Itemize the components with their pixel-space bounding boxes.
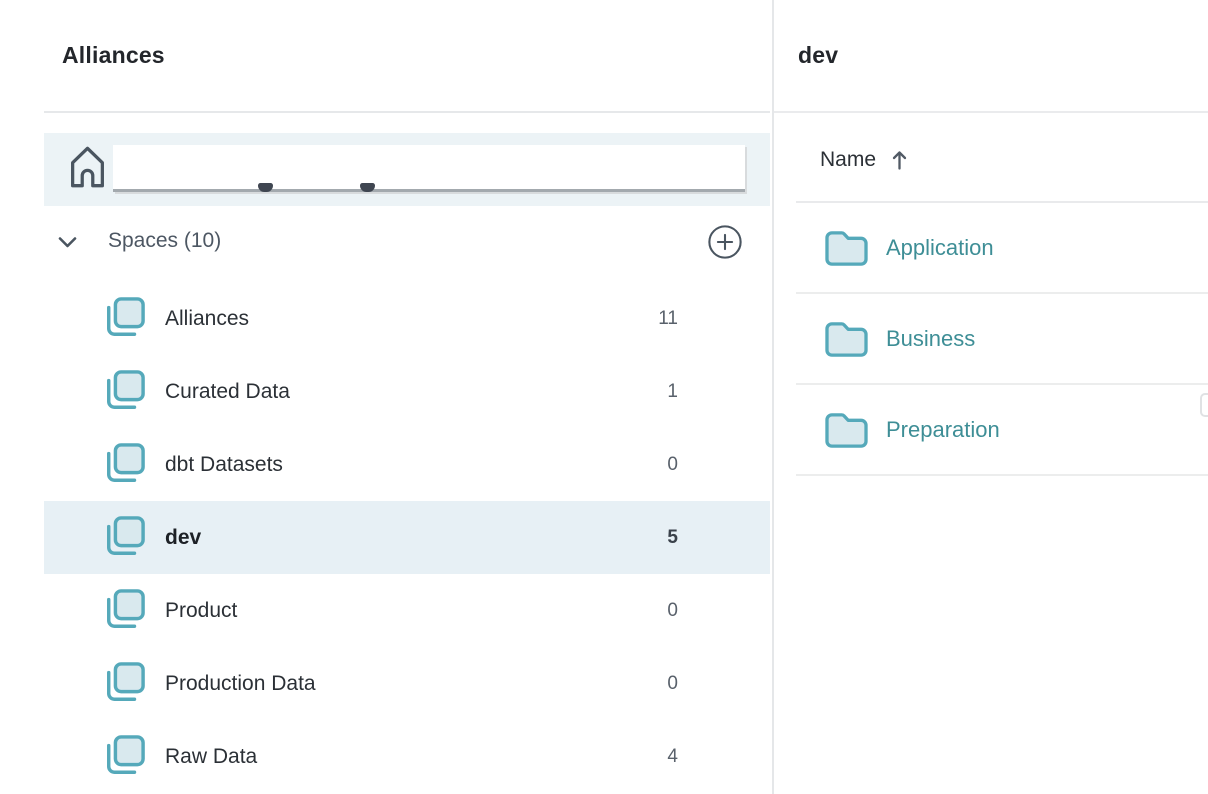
folder-label: Business	[886, 326, 975, 352]
space-count: 0	[667, 600, 678, 622]
folder-row[interactable]: Application	[796, 203, 1208, 294]
space-count: 5	[667, 527, 678, 549]
space-icon	[103, 661, 145, 707]
space-icon	[103, 296, 145, 342]
redacted-text-overlay	[113, 145, 745, 192]
sidebar-space-row-selected[interactable]: dev 5	[44, 501, 770, 574]
partial-button-fragment	[1200, 393, 1208, 417]
space-contents-panel: dev Name Application Business	[774, 0, 1208, 794]
space-icon	[103, 442, 145, 488]
home-icon	[68, 144, 107, 190]
space-label: Product	[165, 599, 237, 623]
folder-list: Application Business Preparation	[774, 203, 1208, 476]
folder-label: Preparation	[886, 417, 1000, 443]
folder-row[interactable]: Business	[796, 294, 1208, 385]
space-icon	[103, 588, 145, 634]
folder-label: Application	[886, 235, 994, 261]
chevron-down-icon[interactable]	[58, 237, 77, 248]
arrow-up-icon	[891, 149, 908, 171]
name-header-label: Name	[820, 148, 876, 172]
folder-icon	[823, 319, 870, 359]
space-label: dev	[165, 526, 201, 550]
name-column-header[interactable]: Name	[820, 138, 908, 182]
spaces-section-label[interactable]: Spaces (10)	[108, 229, 221, 253]
spaces-list: Alliances 11 Curated Data 1 dbt Datasets…	[44, 282, 770, 793]
space-count: 0	[667, 454, 678, 476]
space-count: 0	[667, 673, 678, 695]
sidebar-space-row[interactable]: Product 0	[44, 574, 770, 647]
space-icon	[103, 734, 145, 780]
main-title-divider	[774, 111, 1208, 113]
space-label: Alliances	[165, 307, 249, 331]
folder-icon	[823, 228, 870, 268]
space-label: Production Data	[165, 672, 316, 696]
space-label: dbt Datasets	[165, 453, 283, 477]
space-count: 4	[667, 746, 678, 768]
folder-icon	[823, 410, 870, 450]
sidebar-item-home[interactable]	[44, 133, 770, 206]
space-label: Raw Data	[165, 745, 257, 769]
sidebar-space-row[interactable]: Production Data 0	[44, 647, 770, 720]
sidebar-title-divider	[44, 111, 770, 113]
space-count: 11	[658, 308, 678, 330]
spaces-section-header: Spaces (10)	[44, 218, 770, 266]
plus-circle-icon[interactable]	[707, 224, 743, 260]
space-icon	[103, 369, 145, 415]
sidebar-title: Alliances	[62, 42, 165, 69]
folder-row[interactable]: Preparation	[796, 385, 1208, 476]
sidebar-space-row[interactable]: dbt Datasets 0	[44, 428, 770, 501]
space-count: 1	[667, 381, 678, 403]
page-title: dev	[798, 42, 838, 69]
spaces-sidebar: Alliances Spaces (10)	[0, 0, 772, 794]
sidebar-space-row[interactable]: Curated Data 1	[44, 355, 770, 428]
sidebar-space-row[interactable]: Alliances 11	[44, 282, 770, 355]
space-icon	[103, 515, 145, 561]
sidebar-space-row[interactable]: Raw Data 4	[44, 720, 770, 793]
app-window: Alliances Spaces (10)	[0, 0, 1208, 794]
space-label: Curated Data	[165, 380, 290, 404]
